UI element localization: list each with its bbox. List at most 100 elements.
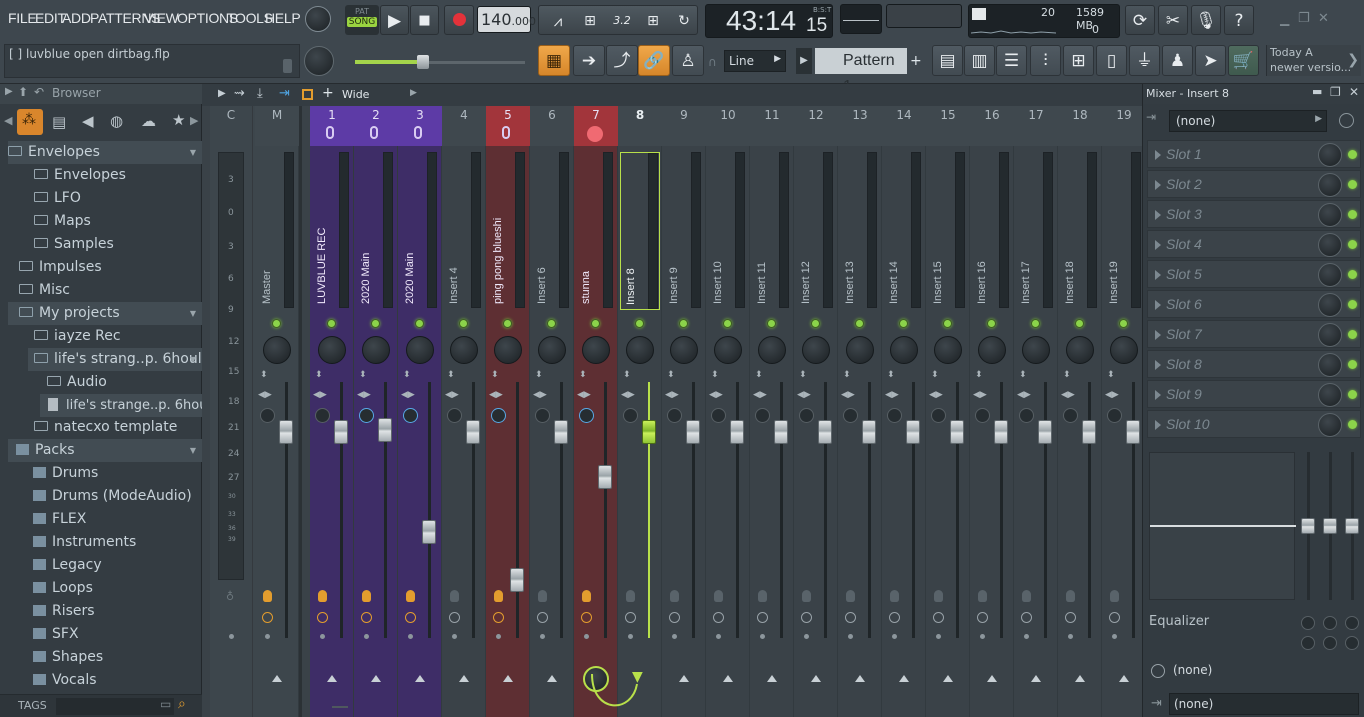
browser-item-flex[interactable]: FLEX xyxy=(33,508,86,531)
effect-slot-6[interactable]: Slot 6 xyxy=(1147,290,1361,318)
clock-icon[interactable] xyxy=(1109,612,1120,623)
select-dot[interactable] xyxy=(496,634,501,639)
stereo-knob[interactable] xyxy=(623,408,638,423)
clock-icon[interactable] xyxy=(845,612,856,623)
channel-name-area[interactable]: Insert 16 xyxy=(972,152,1012,310)
slot-enable-led[interactable] xyxy=(1348,420,1357,429)
route-icon[interactable]: ⇝ xyxy=(234,86,245,101)
pan-knob[interactable] xyxy=(494,336,522,364)
clock-icon[interactable] xyxy=(262,612,273,623)
send-arrow-icon[interactable] xyxy=(767,675,777,682)
channel-name-area[interactable]: Insert 15 xyxy=(928,152,968,310)
slot-enable-led[interactable] xyxy=(1348,360,1357,369)
volume-fader[interactable] xyxy=(1038,420,1052,444)
stereo-knob[interactable] xyxy=(887,408,902,423)
menu-view[interactable]: VIEW xyxy=(144,10,179,26)
insert-channel-13[interactable]: 13 Insert 13 ⬍ ◀▶ xyxy=(838,106,882,717)
select-dot[interactable] xyxy=(980,634,985,639)
stereo-separation-icon[interactable]: ⬍ xyxy=(667,371,675,380)
channel-name-area[interactable]: Insert 10 xyxy=(708,152,748,310)
browser-item-lfo[interactable]: LFO xyxy=(34,187,81,210)
stereo-separation-icon[interactable]: ⬍ xyxy=(931,371,939,380)
swap-icon[interactable]: ◀▶ xyxy=(665,390,679,400)
select-dot[interactable] xyxy=(540,634,545,639)
record-arm-icon[interactable] xyxy=(263,590,272,602)
send-arrow-icon[interactable] xyxy=(1119,675,1129,682)
record-arm-icon[interactable] xyxy=(978,590,987,602)
select-dot[interactable] xyxy=(672,634,677,639)
volume-fader[interactable] xyxy=(906,420,920,444)
stereo-separation-icon[interactable]: ⬍ xyxy=(260,371,268,380)
record-arm-icon[interactable] xyxy=(362,590,371,602)
channel-name-area[interactable]: Insert 11 xyxy=(752,152,792,310)
output-icon[interactable]: ⇥ xyxy=(1151,696,1165,711)
insert-channel-6[interactable]: 6 Insert 6 ⬍ ◀▶ xyxy=(530,106,574,717)
stereo-knob[interactable] xyxy=(535,408,550,423)
output-send-select[interactable]: (none) xyxy=(1169,660,1359,682)
input-icon[interactable]: ⇥ xyxy=(1146,110,1168,132)
stereo-separation-icon[interactable]: ⬍ xyxy=(315,371,323,380)
stereo-knob[interactable] xyxy=(975,408,990,423)
clock-icon[interactable] xyxy=(317,612,328,623)
record-arm-icon[interactable] xyxy=(1110,590,1119,602)
master-volume-knob[interactable] xyxy=(305,6,331,32)
insert-channel-1[interactable]: 1 LUVBLUE REC ⬍ ◀▶ xyxy=(310,106,354,717)
equalizer-graph[interactable] xyxy=(1149,452,1296,600)
select-dot[interactable] xyxy=(584,634,589,639)
snap-select[interactable]: Line ▶ xyxy=(724,50,786,72)
mute-led[interactable] xyxy=(1031,319,1040,328)
mute-led[interactable] xyxy=(371,319,380,328)
mute-led[interactable] xyxy=(327,319,336,328)
effect-slot-8[interactable]: Slot 8 xyxy=(1147,350,1361,378)
metronome-button[interactable]: ♙ xyxy=(672,45,704,76)
minimize-icon[interactable]: ▬ xyxy=(1312,85,1322,98)
stereo-separation-icon[interactable]: ⬍ xyxy=(579,371,587,380)
volume-fader[interactable] xyxy=(1082,420,1096,444)
browser-item-iayze-rec[interactable]: iayze Rec xyxy=(34,325,121,348)
clock-icon[interactable] xyxy=(933,612,944,623)
record-arm-icon[interactable] xyxy=(890,590,899,602)
add-icon[interactable]: + xyxy=(322,85,334,101)
mute-led[interactable] xyxy=(767,319,776,328)
record-dot[interactable] xyxy=(229,634,234,639)
volume-fader[interactable] xyxy=(554,420,568,444)
project-info-button[interactable]: ▯ xyxy=(1096,45,1127,76)
chevron-left-icon[interactable]: ◀ xyxy=(4,114,12,127)
slot-enable-led[interactable] xyxy=(1348,210,1357,219)
download-icon[interactable]: ⤓ xyxy=(257,86,263,101)
insert-channel-18[interactable]: 18 Insert 18 ⬍ ◀▶ xyxy=(1058,106,1102,717)
pan-knob[interactable] xyxy=(538,336,566,364)
wait-record-icon[interactable]: ⊞ xyxy=(577,6,603,36)
effect-slot-1[interactable]: Slot 1 xyxy=(1147,140,1361,168)
channel-name-area[interactable]: Insert 13 xyxy=(840,152,880,310)
mute-led[interactable] xyxy=(1075,319,1084,328)
slot-mix-knob[interactable] xyxy=(1318,293,1342,317)
stereo-separation-icon[interactable]: ⬍ xyxy=(975,371,983,380)
record-arm-icon[interactable] xyxy=(318,590,327,602)
globe-icon[interactable]: ◍ xyxy=(110,112,123,130)
slot-enable-led[interactable] xyxy=(1348,150,1357,159)
clock-icon[interactable] xyxy=(449,612,460,623)
eq-knob-4[interactable] xyxy=(1301,636,1315,650)
slot-arrow-icon[interactable] xyxy=(1155,420,1161,430)
slot-mix-knob[interactable] xyxy=(1318,353,1342,377)
stereo-knob[interactable] xyxy=(843,408,858,423)
channel-name-area[interactable]: Insert 6 xyxy=(532,152,572,310)
effect-slot-7[interactable]: Slot 7 xyxy=(1147,320,1361,348)
volume-fader[interactable] xyxy=(950,420,964,444)
insert-channel-16[interactable]: 16 Insert 16 ⬍ ◀▶ xyxy=(970,106,1014,717)
pan-knob[interactable] xyxy=(318,336,346,364)
select-dot[interactable] xyxy=(628,634,633,639)
record-arm-icon[interactable] xyxy=(626,590,635,602)
effect-slot-4[interactable]: Slot 4 xyxy=(1147,230,1361,258)
stereo-separation-icon[interactable]: ⬍ xyxy=(359,371,367,380)
stereo-separation-icon[interactable]: ⬍ xyxy=(535,371,543,380)
channel-name-area[interactable]: Insert 8 xyxy=(620,152,660,310)
send-arrow-icon[interactable] xyxy=(855,675,865,682)
effect-slot-5[interactable]: Slot 5 xyxy=(1147,260,1361,288)
stereo-knob[interactable] xyxy=(1063,408,1078,423)
insert-channel-15[interactable]: 15 Insert 15 ⬍ ◀▶ xyxy=(926,106,970,717)
swap-icon[interactable]: ◀▶ xyxy=(445,390,459,400)
select-dot[interactable] xyxy=(760,634,765,639)
eq-knob-5[interactable] xyxy=(1323,636,1337,650)
